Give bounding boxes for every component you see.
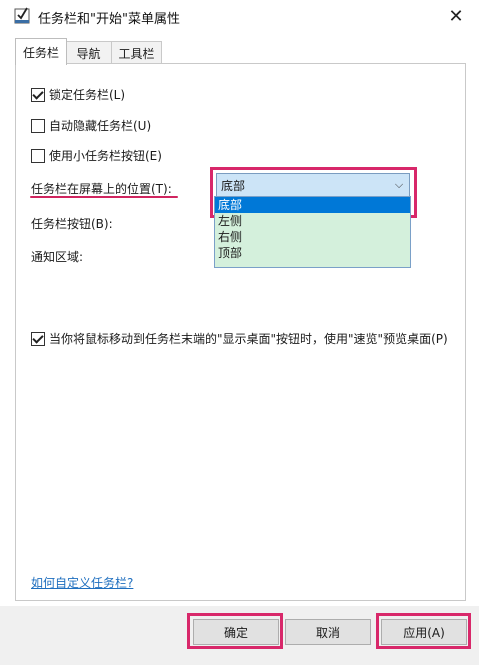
tab-toolbars[interactable]: 工具栏 — [111, 41, 162, 64]
customize-taskbar-link[interactable]: 如何自定义任务栏? — [31, 574, 133, 591]
lock-taskbar-checkbox[interactable] — [31, 87, 45, 102]
small-buttons-option[interactable]: 使用小任务栏按钮(E) — [31, 147, 162, 164]
peek-label: 当你将鼠标移动到任务栏末端的"显示桌面"按钮时，使用"速览"预览桌面(P) — [49, 332, 448, 346]
tab-navigation[interactable]: 导航 — [65, 41, 112, 64]
cancel-button[interactable]: 取消 — [285, 619, 371, 645]
taskbar-properties-icon — [14, 7, 30, 24]
lock-taskbar-option[interactable]: 锁定任务栏(L) — [31, 86, 125, 103]
position-option-left[interactable]: 左侧 — [215, 213, 410, 229]
auto-hide-label: 自动隐藏任务栏(U) — [49, 119, 152, 133]
auto-hide-checkbox[interactable] — [31, 118, 45, 133]
window-title: 任务栏和"开始"菜单属性 — [38, 12, 180, 27]
position-listbox[interactable]: 底部 左侧 右侧 顶部 — [214, 196, 411, 268]
taskbar-buttons-label: 任务栏按钮(B): — [31, 217, 113, 231]
lock-taskbar-label: 锁定任务栏(L) — [49, 88, 126, 102]
position-option-bottom[interactable]: 底部 — [215, 197, 410, 213]
notification-area-label: 通知区域: — [31, 250, 84, 264]
tab-taskbar[interactable]: 任务栏 — [15, 38, 67, 65]
small-buttons-checkbox[interactable] — [31, 148, 45, 163]
annotation-ok-highlight — [187, 613, 283, 649]
peek-option[interactable]: 当你将鼠标移动到任务栏末端的"显示桌面"按钮时，使用"速览"预览桌面(P) — [31, 330, 448, 347]
position-option-top[interactable]: 顶部 — [215, 245, 410, 261]
peek-checkbox[interactable] — [31, 331, 45, 346]
annotation-underline — [30, 196, 178, 198]
small-buttons-label: 使用小任务栏按钮(E) — [49, 149, 162, 163]
position-label: 任务栏在屏幕上的位置(T): — [31, 182, 172, 196]
annotation-apply-highlight — [376, 613, 471, 649]
position-option-right[interactable]: 右侧 — [215, 229, 410, 245]
title-bar: 任务栏和"开始"菜单属性 ✕ — [0, 0, 479, 32]
auto-hide-option[interactable]: 自动隐藏任务栏(U) — [31, 117, 151, 134]
close-button[interactable]: ✕ — [437, 2, 475, 30]
